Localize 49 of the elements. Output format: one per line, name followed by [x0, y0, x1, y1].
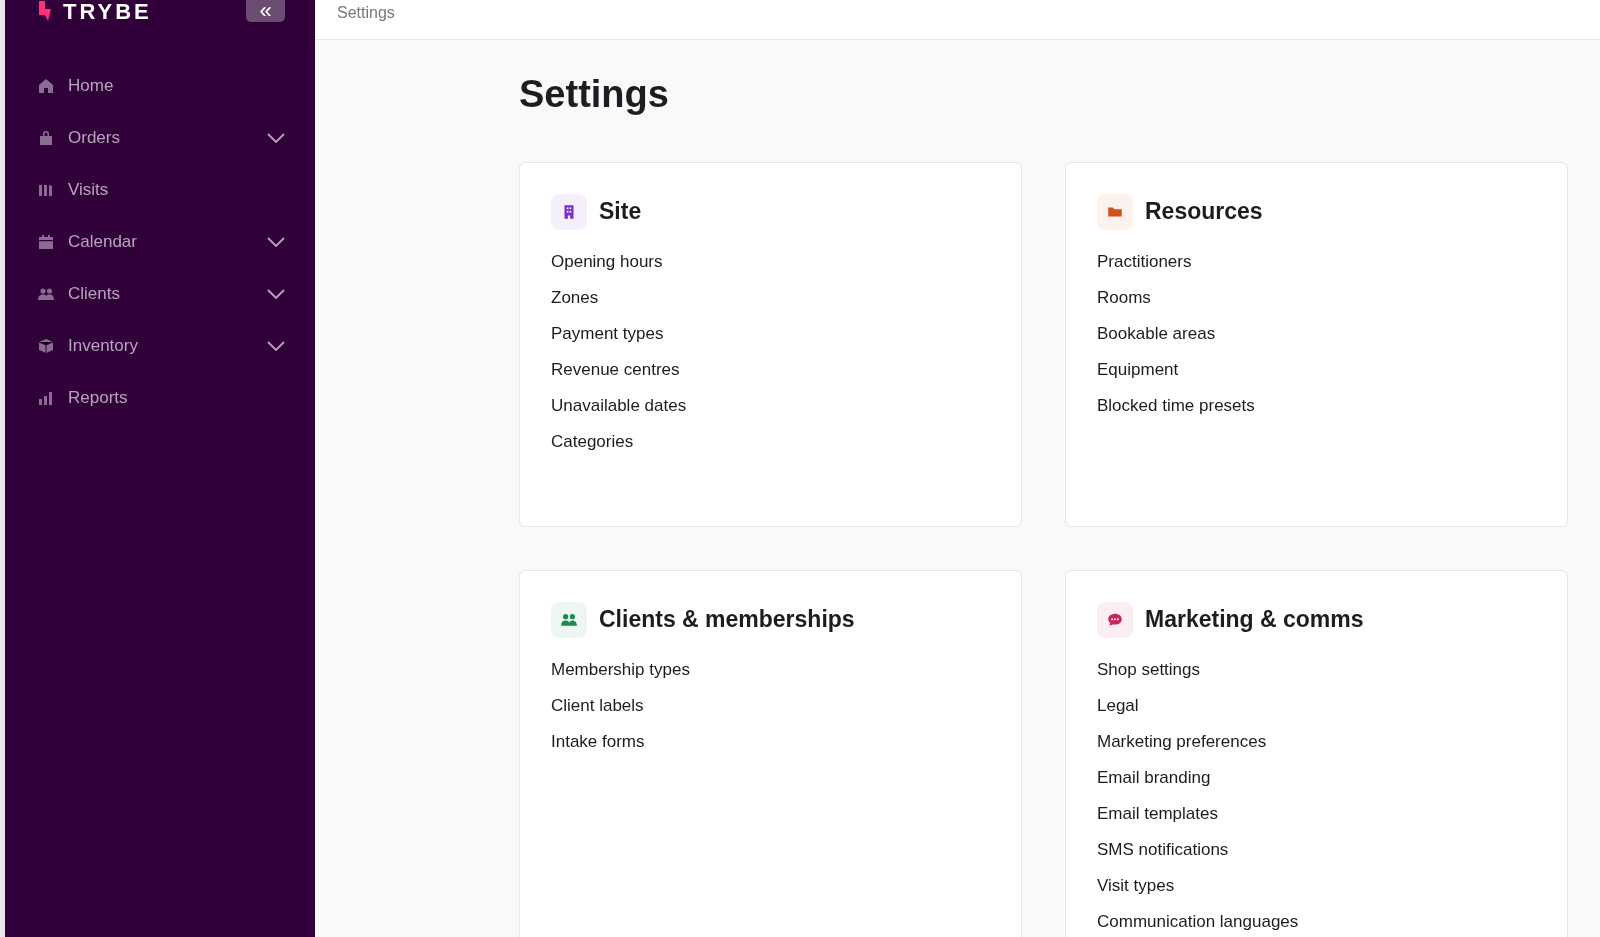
card-title: Marketing & comms	[1145, 605, 1364, 634]
logo-icon	[37, 1, 53, 21]
box-icon	[37, 338, 55, 354]
settings-link[interactable]: Revenue centres	[551, 351, 680, 388]
settings-link[interactable]: Bookable areas	[1097, 315, 1216, 352]
settings-link[interactable]: Email templates	[1097, 795, 1218, 832]
bag-icon	[37, 130, 55, 146]
settings-link[interactable]: Visit types	[1097, 867, 1175, 904]
nav-item[interactable]: Visits	[37, 164, 285, 216]
chevron-down-icon	[267, 237, 285, 247]
chevron-down-icon	[267, 133, 285, 143]
card-title: Clients & memberships	[599, 605, 855, 634]
settings-link[interactable]: Zones	[551, 279, 599, 316]
settings-link[interactable]: Shop settings	[1097, 651, 1200, 688]
settings-link[interactable]: Rooms	[1097, 279, 1151, 316]
chevron-down-icon	[267, 341, 285, 351]
settings-link[interactable]: Legal	[1097, 687, 1139, 724]
bars-icon	[37, 182, 55, 198]
calendar-icon	[37, 234, 55, 250]
settings-link[interactable]: Categories	[551, 423, 634, 460]
settings-link[interactable]: Opening hours	[551, 243, 663, 280]
nav-item[interactable]: Calendar	[37, 216, 285, 268]
settings-link[interactable]: Equipment	[1097, 351, 1179, 388]
breadcrumb[interactable]: Settings	[337, 1, 395, 25]
nav-item[interactable]: Inventory	[37, 320, 285, 372]
nav-item[interactable]: Reports	[37, 372, 285, 424]
settings-link[interactable]: Membership types	[551, 651, 690, 688]
page-title: Settings	[519, 72, 670, 117]
card-title: Resources	[1145, 197, 1263, 226]
chevron-down-icon	[267, 289, 285, 299]
chart-icon	[37, 390, 55, 406]
settings-link[interactable]: Communication languages	[1097, 903, 1299, 937]
nav-item[interactable]: Home	[37, 60, 285, 112]
settings-link[interactable]: Unavailable dates	[551, 387, 687, 424]
collapse-sidebar-button[interactable]: «	[246, 0, 285, 22]
home-icon	[37, 78, 55, 94]
nav-item[interactable]: Orders	[37, 112, 285, 164]
nav-item[interactable]: Clients	[37, 268, 285, 320]
people-icon	[37, 286, 55, 302]
settings-link[interactable]: Marketing preferences	[1097, 723, 1267, 760]
settings-link[interactable]: Practitioners	[1097, 243, 1192, 280]
logo-text: TRYBE	[63, 1, 152, 23]
settings-link[interactable]: SMS notifications	[1097, 831, 1229, 868]
settings-link[interactable]: Payment types	[551, 315, 664, 352]
card-title: Site	[599, 197, 642, 226]
settings-link[interactable]: Blocked time presets	[1097, 387, 1255, 424]
settings-link[interactable]: Intake forms	[551, 723, 645, 760]
settings-link[interactable]: Email branding	[1097, 759, 1211, 796]
settings-link[interactable]: Client labels	[551, 687, 644, 724]
